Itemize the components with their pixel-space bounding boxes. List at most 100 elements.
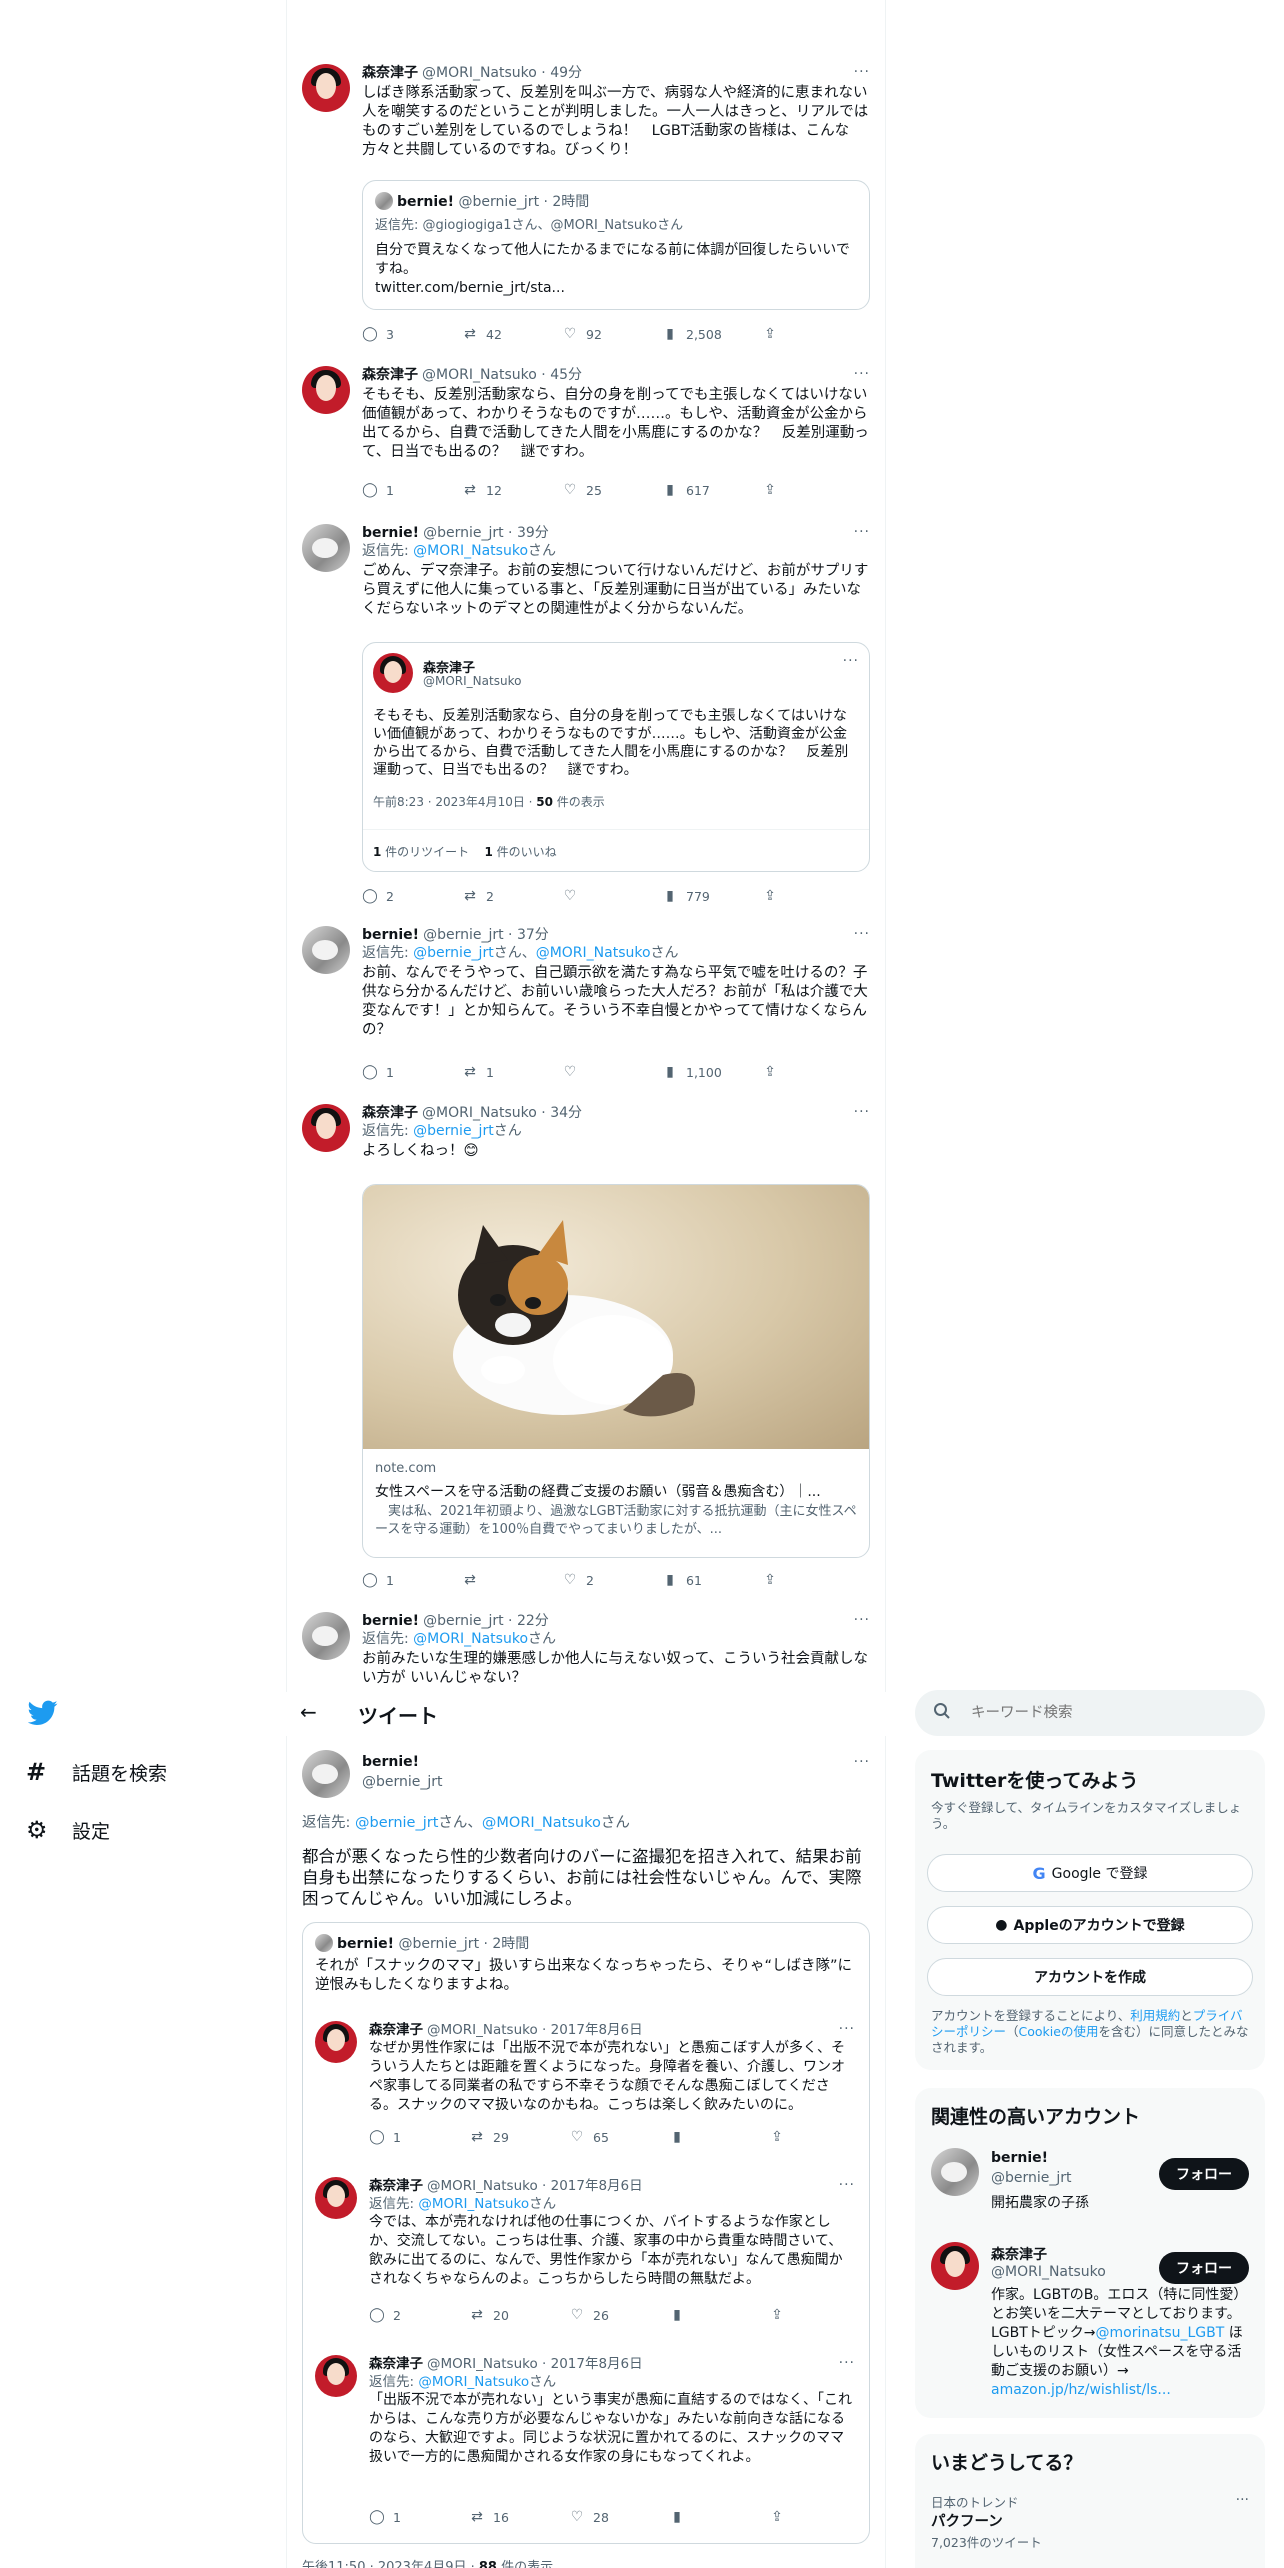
tweet[interactable]: 森奈津子 @MORI_Natsuko · 34分 ··· 返信先: @bernie… <box>286 1104 886 1594</box>
author-name[interactable]: bernie! <box>362 1754 419 1770</box>
reply-link[interactable]: @MORI_Natsuko <box>418 2196 529 2212</box>
follow-button[interactable]: フォロー <box>1159 2158 1249 2190</box>
avatar[interactable] <box>302 64 350 112</box>
like-button[interactable]: ♡ <box>562 1064 662 1080</box>
author-name[interactable]: 森奈津子 <box>362 1104 418 1122</box>
reply-button[interactable]: ◯ 1 <box>369 2509 469 2525</box>
share-button[interactable]: ⇪ <box>762 888 778 904</box>
avatar[interactable] <box>302 926 350 974</box>
back-arrow-icon[interactable]: ← <box>300 1700 317 1724</box>
cookie-link[interactable]: Cookieの使用 <box>1019 2024 1099 2039</box>
tweet[interactable]: 森奈津子 @MORI_Natsuko · 49分 ··· しばき隊系活動家って、反… <box>286 64 886 350</box>
like-button[interactable]: ♡ 2 <box>562 1572 662 1588</box>
like-button[interactable]: ♡ 65 <box>569 2129 669 2145</box>
author-name[interactable]: bernie! <box>362 926 419 944</box>
more-icon[interactable]: ··· <box>843 653 859 669</box>
author-name[interactable]: 森奈津子 <box>362 366 418 384</box>
follow-button[interactable]: フォロー <box>1159 2252 1249 2284</box>
more-icon[interactable]: ··· <box>854 1104 870 1120</box>
views-button[interactable]: ▮ <box>669 2509 769 2525</box>
nested-tweet[interactable]: 森奈津子 @MORI_Natsuko · 2017年8月6日 ··· なぜか男性作… <box>303 2015 869 2165</box>
retweet-button[interactable]: ⇄ <box>462 1572 562 1588</box>
author-name[interactable]: 森奈津子 <box>362 64 418 82</box>
like-button[interactable]: ♡ 28 <box>569 2509 669 2525</box>
more-icon[interactable]: ··· <box>1236 2492 1249 2508</box>
views-button[interactable]: ▮ <box>669 2129 769 2145</box>
quote-link[interactable]: twitter.com/bernie_jrt/sta... <box>375 279 565 298</box>
author-handle[interactable]: @bernie_jrt <box>362 1774 443 1790</box>
create-account-button[interactable]: アカウントを作成 <box>927 1958 1253 1996</box>
link-card[interactable]: note.com 女性スペースを守る活動の経費ご支援のお願い（弱音＆愚痴含む）｜… <box>362 1184 870 1558</box>
author-handle[interactable]: @MORI_Natsuko · 49分 <box>422 64 582 82</box>
more-icon[interactable]: ··· <box>839 2021 855 2037</box>
twitter-logo-icon[interactable] <box>27 1700 58 1726</box>
views-button[interactable]: ▮ 2,508 <box>662 326 762 342</box>
reply-button[interactable]: ◯ 1 <box>362 1064 462 1080</box>
more-icon[interactable]: ··· <box>854 926 870 942</box>
avatar[interactable] <box>302 524 350 572</box>
search-input[interactable] <box>971 1701 1241 1725</box>
account-item[interactable]: bernie! @bernie_jrt 開拓農家の子孫 フォロー <box>915 2144 1265 2234</box>
reply-link[interactable]: @bernie_jrt <box>355 1815 438 1831</box>
like-button[interactable]: ♡ 26 <box>569 2307 669 2323</box>
more-icon[interactable]: ··· <box>854 64 870 80</box>
search-bar[interactable] <box>915 1690 1265 1736</box>
bio-link[interactable]: amazon.jp/hz/wishlist/ls... <box>991 2382 1171 2398</box>
tweet[interactable]: bernie! @bernie_jrt · 37分 ··· 返信先: @berni… <box>286 926 886 1086</box>
terms-link[interactable]: 利用規約 <box>1130 2008 1180 2023</box>
reply-link[interactable]: @MORI_Natsuko <box>536 945 651 961</box>
share-button[interactable]: ⇪ <box>769 2307 785 2323</box>
share-button[interactable]: ⇪ <box>769 2509 785 2525</box>
author-name[interactable]: bernie! <box>362 524 419 542</box>
views-button[interactable]: ▮ 1,100 <box>662 1064 762 1080</box>
bio-link[interactable]: @morinatsu_LGBT <box>1096 2325 1225 2341</box>
avatar[interactable] <box>302 1750 350 1798</box>
reply-button[interactable]: ◯ 1 <box>362 482 462 498</box>
more-icon[interactable]: ··· <box>839 2177 855 2193</box>
quote-tweet[interactable]: 森奈津子 @MORI_Natsuko ··· そもそも、反差別活動家なら、自分の… <box>362 642 870 872</box>
author-handle[interactable]: @MORI_Natsuko · 45分 <box>422 366 582 384</box>
like-button[interactable]: ♡ 25 <box>562 482 662 498</box>
more-icon[interactable]: ··· <box>854 366 870 382</box>
author-handle[interactable]: @bernie_jrt · 22分 <box>423 1612 549 1630</box>
more-icon[interactable]: ··· <box>854 1754 870 1770</box>
account-item[interactable]: 森奈津子 @MORI_Natsuko 作家。LGBTのB。エロス（特に同性愛）と… <box>915 2238 1265 2408</box>
reply-link[interactable]: @MORI_Natsuko <box>482 1815 601 1831</box>
reply-link[interactable]: @MORI_Natsuko <box>418 2374 529 2390</box>
views-button[interactable]: ▮ 617 <box>662 482 762 498</box>
tweet[interactable]: bernie! @bernie_jrt · 39分 ··· 返信先: @MORI_… <box>286 524 886 910</box>
reply-button[interactable]: ◯ 3 <box>362 326 462 342</box>
share-button[interactable]: ⇪ <box>762 1572 778 1588</box>
reply-button[interactable]: ◯ 2 <box>362 888 462 904</box>
more-icon[interactable]: ··· <box>854 1612 870 1628</box>
views-button[interactable]: ▮ 61 <box>662 1572 762 1588</box>
like-button[interactable]: ♡ <box>562 888 662 904</box>
quote-tweet[interactable]: bernie! @bernie_jrt · 2時間 返信先: @giogiogi… <box>362 180 870 310</box>
retweet-button[interactable]: ⇄ 42 <box>462 326 562 342</box>
reply-button[interactable]: ◯ 2 <box>369 2307 469 2323</box>
apple-signup-button[interactable]: ● Appleのアカウントで登録 <box>927 1906 1253 1944</box>
more-icon[interactable]: ··· <box>854 524 870 540</box>
google-signup-button[interactable]: G Google で登録 <box>927 1854 1253 1892</box>
reply-button[interactable]: ◯ 1 <box>369 2129 469 2145</box>
reply-link[interactable]: @MORI_Natsuko <box>413 1631 528 1647</box>
retweet-button[interactable]: ⇄ 16 <box>469 2509 569 2525</box>
trend-item[interactable]: 日本のトレンド パクフーン 7,023件のツイート ··· <box>915 2488 1265 2558</box>
author-handle[interactable]: @bernie_jrt · 37分 <box>423 926 549 944</box>
share-button[interactable]: ⇪ <box>762 482 778 498</box>
views-button[interactable]: ▮ 779 <box>662 888 762 904</box>
avatar[interactable] <box>302 1104 350 1152</box>
nested-tweet[interactable]: 森奈津子 @MORI_Natsuko · 2017年8月6日 ··· 返信先: @… <box>303 2171 869 2341</box>
share-button[interactable]: ⇪ <box>769 2129 785 2145</box>
retweet-button[interactable]: ⇄ 1 <box>462 1064 562 1080</box>
reply-link[interactable]: @MORI_Natsuko <box>413 543 528 559</box>
author-handle[interactable]: @bernie_jrt · 39分 <box>423 524 549 542</box>
reply-link[interactable]: @bernie_jrt <box>413 945 494 961</box>
like-button[interactable]: ♡ 92 <box>562 326 662 342</box>
nav-explore[interactable]: # 話題を検索 <box>26 1758 167 1786</box>
views-button[interactable]: ▮ <box>669 2307 769 2323</box>
reply-link[interactable]: @bernie_jrt <box>413 1123 494 1139</box>
nav-settings[interactable]: ⚙ 設定 <box>26 1816 110 1844</box>
retweet-button[interactable]: ⇄ 12 <box>462 482 562 498</box>
quote-tweet[interactable]: bernie! @bernie_jrt · 2時間 それが「スナックのママ」扱い… <box>302 1922 870 2544</box>
